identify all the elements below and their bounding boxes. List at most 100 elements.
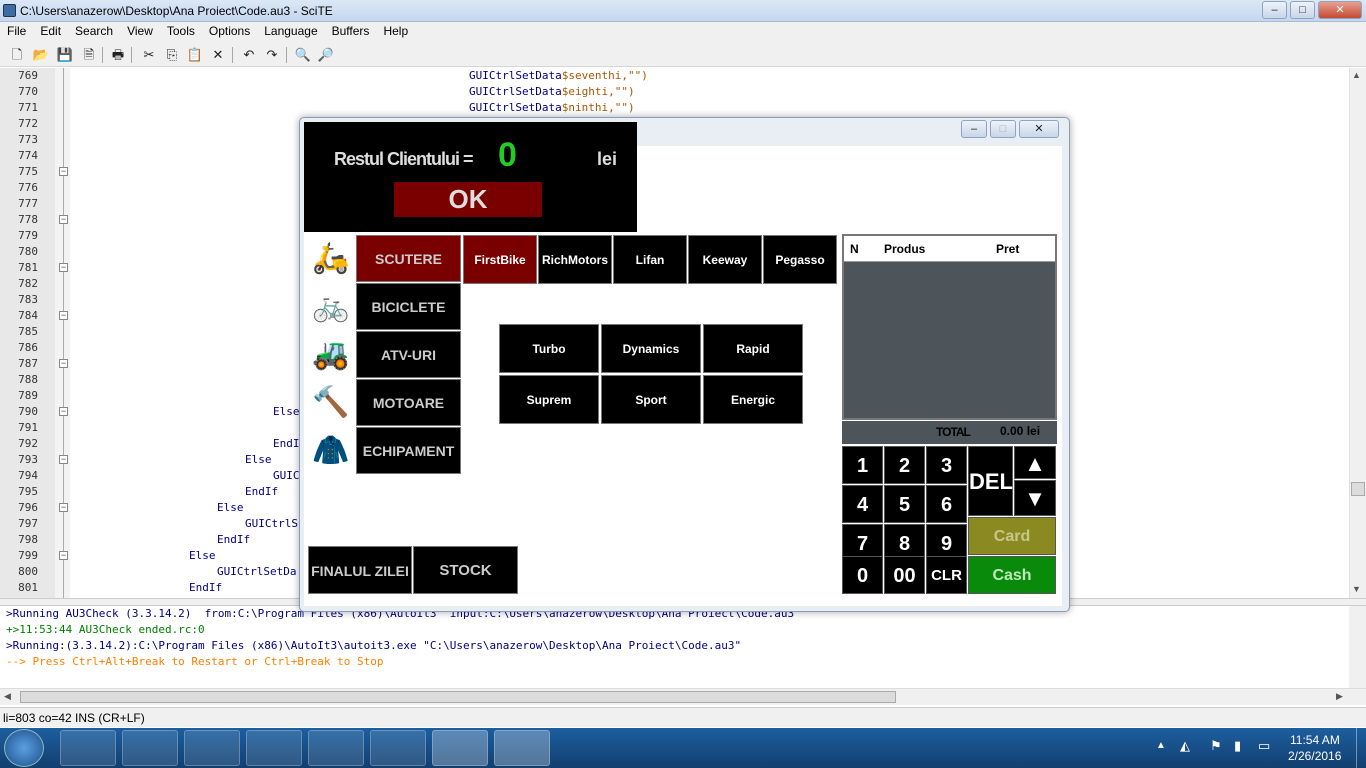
category-motoare-button[interactable]: MOTOARE xyxy=(356,379,461,426)
cart-list[interactable]: N Produs Pret xyxy=(842,234,1057,420)
scroll-left-icon[interactable]: ◀ xyxy=(4,691,11,702)
brand-richmotors-button[interactable]: RichMotors xyxy=(538,235,612,284)
new-icon[interactable]: 🗋 xyxy=(8,46,26,64)
scroll-right-icon[interactable]: ▶ xyxy=(1336,691,1343,702)
pos-close-button[interactable]: ✕ xyxy=(1019,120,1059,138)
show-desktop-button[interactable] xyxy=(1356,728,1366,768)
arrow-up-icon[interactable]: ▲ xyxy=(1014,446,1056,479)
horizontal-scrollbar[interactable]: ◀ ▶ xyxy=(0,688,1366,705)
model-dynamics-button[interactable]: Dynamics xyxy=(601,324,701,373)
clock-time[interactable]: 11:54 AM xyxy=(1290,733,1340,747)
output-vertical-scrollbar[interactable] xyxy=(1349,606,1366,688)
card-button[interactable]: Card xyxy=(968,517,1056,555)
output-pane[interactable]: >Running AU3Check (3.3.14.2) from:C:\Pro… xyxy=(0,606,1366,688)
brand-firstbike-button[interactable]: FirstBike xyxy=(463,235,537,284)
redo-icon[interactable]: ↷ xyxy=(263,46,281,64)
find-icon[interactable]: 🔍 xyxy=(294,46,312,64)
firefox-taskbar-icon[interactable] xyxy=(184,730,240,766)
undo-icon[interactable]: ↶ xyxy=(240,46,258,64)
ok-button[interactable]: OK xyxy=(394,182,542,217)
flag-icon[interactable]: ⚑ xyxy=(1210,738,1222,754)
battery-icon[interactable]: ▭ xyxy=(1258,738,1270,754)
category-biciclete-button[interactable]: BICICLETE xyxy=(356,283,461,330)
pos-maximize-button[interactable]: □ xyxy=(990,120,1016,138)
close-button[interactable]: ✕ xyxy=(1318,1,1362,19)
fold-marker-icon[interactable]: − xyxy=(59,551,68,560)
fold-marker-icon[interactable]: − xyxy=(59,503,68,512)
fold-marker-icon[interactable]: − xyxy=(59,311,68,320)
paste-icon[interactable]: 📋 xyxy=(186,46,204,64)
category-atv-button[interactable]: ATV-URI xyxy=(356,331,461,378)
key-00-button[interactable]: 00 xyxy=(884,556,925,594)
media-player-taskbar-icon[interactable] xyxy=(246,730,302,766)
print-icon[interactable]: 🖶 xyxy=(109,46,127,64)
atv-icon: 🚜 xyxy=(306,331,356,378)
key-5-button[interactable]: 5 xyxy=(884,485,925,523)
key-6-button[interactable]: 6 xyxy=(926,485,967,523)
model-sport-button[interactable]: Sport xyxy=(601,375,701,424)
key-3-button[interactable]: 3 xyxy=(926,446,967,484)
clock-date[interactable]: 2/26/2016 xyxy=(1288,749,1341,763)
model-rapid-button[interactable]: Rapid xyxy=(703,324,803,373)
key-1-button[interactable]: 1 xyxy=(842,446,883,484)
network-icon[interactable]: ▮ xyxy=(1234,738,1241,754)
scroll-thumb[interactable] xyxy=(20,691,896,703)
chrome-taskbar-icon[interactable] xyxy=(308,730,364,766)
fold-marker-icon[interactable]: − xyxy=(59,215,68,224)
category-scutere-button[interactable]: SCUTERE xyxy=(356,235,461,282)
model-energic-button[interactable]: Energic xyxy=(703,375,803,424)
stock-button[interactable]: STOCK xyxy=(413,546,518,594)
brand-pegasso-button[interactable]: Pegasso xyxy=(763,235,837,284)
key-2-button[interactable]: 2 xyxy=(884,446,925,484)
line-number: 784 xyxy=(18,309,38,322)
scite-taskbar-icon[interactable] xyxy=(494,730,550,766)
model-suprem-button[interactable]: Suprem xyxy=(499,375,599,424)
menu-edit[interactable]: Edit xyxy=(33,22,68,40)
finalul-zilei-button[interactable]: FINALUL ZILEI xyxy=(308,546,412,594)
menu-file[interactable]: File xyxy=(0,22,33,40)
brand-lifan-button[interactable]: Lifan xyxy=(613,235,687,284)
maximize-button[interactable]: □ xyxy=(1290,1,1315,19)
scroll-thumb[interactable] xyxy=(1351,482,1365,496)
start-button[interactable] xyxy=(4,729,44,767)
fold-marker-icon[interactable]: − xyxy=(59,167,68,176)
key-0-button[interactable]: 0 xyxy=(842,556,883,594)
menu-help[interactable]: Help xyxy=(376,22,415,40)
scroll-up-icon[interactable]: ▲ xyxy=(1352,70,1361,80)
minimize-button[interactable]: ‒ xyxy=(1262,1,1287,19)
menu-view[interactable]: View xyxy=(120,22,160,40)
tray-autoit-icon[interactable]: ◭ xyxy=(1180,738,1190,754)
save-icon[interactable]: 💾 xyxy=(56,46,74,64)
model-turbo-button[interactable]: Turbo xyxy=(499,324,599,373)
menu-language[interactable]: Language xyxy=(257,22,324,40)
key-clr-button[interactable]: CLR xyxy=(926,556,967,594)
menu-search[interactable]: Search xyxy=(68,22,120,40)
fold-marker-icon[interactable]: − xyxy=(59,455,68,464)
scroll-down-icon[interactable]: ▼ xyxy=(1352,584,1361,594)
brand-keeway-button[interactable]: Keeway xyxy=(688,235,762,284)
cash-button[interactable]: Cash xyxy=(968,556,1056,594)
fold-marker-icon[interactable]: − xyxy=(59,263,68,272)
open-icon[interactable]: 📂 xyxy=(32,46,50,64)
fold-marker-icon[interactable]: − xyxy=(59,407,68,416)
cut-icon[interactable]: ✂ xyxy=(140,46,158,64)
close-file-icon[interactable]: 🗎 xyxy=(80,46,98,64)
del-button[interactable]: DEL xyxy=(968,446,1013,516)
replace-icon[interactable]: 🔎 xyxy=(317,46,335,64)
ie-taskbar-icon[interactable] xyxy=(122,730,178,766)
explorer-taskbar-icon[interactable] xyxy=(60,730,116,766)
copy-icon[interactable]: ⎘ xyxy=(163,46,181,64)
menu-tools[interactable]: Tools xyxy=(160,22,202,40)
editor-vertical-scrollbar[interactable]: ▲ ▼ xyxy=(1349,68,1366,598)
pos-minimize-button[interactable]: ‒ xyxy=(961,120,987,138)
autoit-taskbar-icon[interactable] xyxy=(432,730,488,766)
key-4-button[interactable]: 4 xyxy=(842,485,883,523)
arrow-down-icon[interactable]: ▼ xyxy=(1014,480,1056,516)
menu-options[interactable]: Options xyxy=(202,22,257,40)
delete-icon[interactable]: ✕ xyxy=(209,46,227,64)
skype-taskbar-icon[interactable] xyxy=(370,730,426,766)
tray-expand-icon[interactable]: ▲ xyxy=(1156,740,1166,751)
category-echipament-button[interactable]: ECHIPAMENT xyxy=(356,427,461,474)
fold-marker-icon[interactable]: − xyxy=(59,359,68,368)
menu-buffers[interactable]: Buffers xyxy=(325,22,377,40)
